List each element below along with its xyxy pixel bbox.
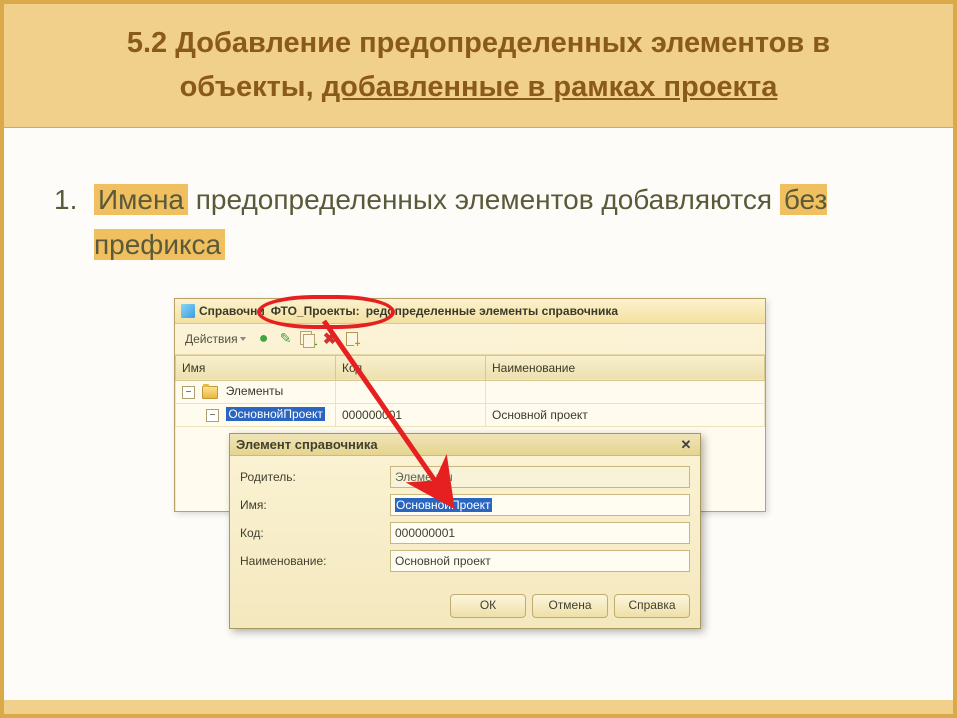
field-name[interactable]: ОсновнойПроект	[390, 494, 690, 516]
dialog-title-text: Элемент справочника	[236, 437, 378, 452]
bullet-text: Имена предопределенных элементов добавля…	[94, 178, 913, 268]
title-line-2-underline: добавленные в рамках проекта	[322, 71, 778, 103]
slide-footer-bar	[4, 700, 953, 714]
help-button[interactable]: Справка	[614, 594, 690, 618]
folder-icon	[202, 386, 218, 399]
close-icon[interactable]: ✕	[678, 437, 694, 451]
slide-content: 1. Имена предопределенных элементов доба…	[4, 128, 953, 532]
edit-icon[interactable]: ✎	[278, 331, 294, 347]
element-dialog: Элемент справочника ✕ Родитель: Элементы…	[229, 433, 701, 629]
label-display: Наименование:	[240, 554, 390, 568]
field-display[interactable]: Основной проект	[390, 550, 690, 572]
cell-child-code: 000000001	[336, 403, 486, 426]
field-parent[interactable]: Элементы	[390, 466, 690, 488]
title-line-2a: объекты,	[180, 71, 322, 103]
title-object-name: ФТО_Проекты:	[271, 304, 360, 318]
col-header-name[interactable]: Имя	[176, 355, 336, 380]
collapse-icon[interactable]: −	[182, 386, 195, 399]
label-name: Имя:	[240, 498, 390, 512]
slide-title: 5.2 Добавление предопределенных элементо…	[24, 22, 933, 109]
properties-icon[interactable]: +	[344, 331, 360, 347]
actions-menu[interactable]: Действия	[181, 332, 250, 346]
row-display: Наименование: Основной проект	[240, 550, 690, 572]
col-header-display[interactable]: Наименование	[486, 355, 765, 380]
copy-icon[interactable]	[300, 331, 316, 347]
cancel-button[interactable]: Отмена	[532, 594, 608, 618]
cell-child-display: Основной проект	[486, 403, 765, 426]
row-code: Код: 000000001	[240, 522, 690, 544]
table-row-child[interactable]: − ОсновнойПроект 000000001 Основной прое…	[176, 403, 765, 426]
cell-parent-code	[336, 380, 486, 403]
row-name: Имя: ОсновнойПроект	[240, 494, 690, 516]
slide-header: 5.2 Добавление предопределенных элементо…	[4, 4, 953, 128]
leaf-icon[interactable]: −	[206, 409, 219, 422]
window-icon	[181, 304, 195, 318]
bullet-item-1: 1. Имена предопределенных элементов доба…	[54, 178, 913, 268]
cell-parent-display	[486, 380, 765, 403]
catalog-toolbar: Действия ● ✎ ✖ +	[175, 324, 765, 355]
delete-icon[interactable]: ✖	[322, 331, 338, 347]
table-row-parent[interactable]: − Элементы	[176, 380, 765, 403]
dialog-titlebar: Элемент справочника ✕	[230, 434, 700, 456]
dialog-body: Родитель: Элементы Имя: ОсновнойПроект К…	[230, 456, 700, 588]
ok-button[interactable]: ОК	[450, 594, 526, 618]
chevron-down-icon	[240, 337, 246, 341]
title-line-1: 5.2 Добавление предопределенных элементо…	[127, 27, 830, 59]
bullet-number: 1.	[54, 178, 94, 268]
bullet-mid-text: предопределенных элементов добавляются	[188, 184, 780, 215]
field-name-value-selected: ОсновнойПроект	[395, 498, 492, 512]
col-header-code[interactable]: Код	[336, 355, 486, 380]
parent-label: Элементы	[226, 384, 284, 398]
label-parent: Родитель:	[240, 470, 390, 484]
embedded-screenshot: Справочни ФТО_Проекты: редопределенные э…	[174, 298, 764, 512]
highlight-names: Имена	[94, 184, 188, 215]
dialog-button-row: ОК Отмена Справка	[230, 588, 700, 628]
cell-child-name: − ОсновнойПроект	[176, 403, 336, 426]
child-name-selected: ОсновнойПроект	[226, 407, 325, 421]
row-parent: Родитель: Элементы	[240, 466, 690, 488]
title-suffix: редопределенные элементы справочника	[366, 304, 618, 318]
catalog-window-titlebar: Справочни ФТО_Проекты: редопределенные э…	[175, 299, 765, 324]
title-prefix: Справочни	[199, 304, 265, 318]
label-code: Код:	[240, 526, 390, 540]
field-code[interactable]: 000000001	[390, 522, 690, 544]
actions-menu-label: Действия	[185, 332, 238, 346]
add-icon[interactable]: ●	[256, 331, 272, 347]
cell-parent-name: − Элементы	[176, 380, 336, 403]
